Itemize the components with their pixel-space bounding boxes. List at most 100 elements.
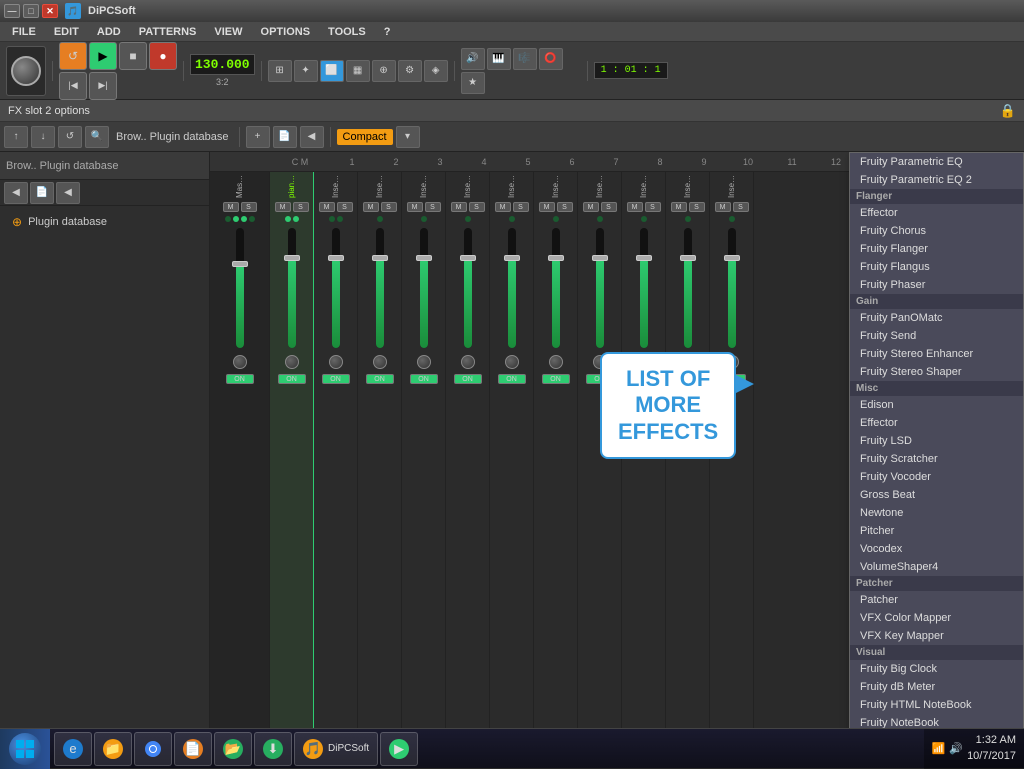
master-mute[interactable]: M [223, 202, 239, 212]
volumeshaper4[interactable]: VolumeShaper4 [850, 558, 1023, 576]
taskbar-media[interactable]: ▶ [380, 732, 418, 766]
insert2-solo[interactable]: S [337, 202, 353, 212]
insert7-solo[interactable]: S [557, 202, 573, 212]
insert4-fader[interactable] [420, 228, 428, 348]
fruity-stereo-shaper[interactable]: Fruity Stereo Shaper [850, 363, 1023, 381]
insert11-solo[interactable]: S [733, 202, 749, 212]
newtone[interactable]: Newtone [850, 504, 1023, 522]
vocodex[interactable]: Vocodex [850, 540, 1023, 558]
insert6-mute[interactable]: M [495, 202, 511, 212]
insert2-fader[interactable] [332, 228, 340, 348]
fruity-flangus[interactable]: Fruity Flangus [850, 258, 1023, 276]
tb-extra-5[interactable]: ★ [461, 72, 485, 94]
fruity-parametric-eq[interactable]: Fruity Parametric EQ [850, 153, 1023, 171]
insert5-on[interactable]: ON [454, 374, 482, 384]
insert6-fader[interactable] [508, 228, 516, 348]
fruity-panomatic[interactable]: Fruity PanOMatc [850, 309, 1023, 327]
insert8-fader[interactable] [596, 228, 604, 348]
prev-button[interactable]: |◀ [59, 72, 87, 100]
insert8-mute[interactable]: M [583, 202, 599, 212]
record-button[interactable]: ● [149, 42, 177, 70]
tb-extra-4[interactable]: ⭕ [539, 48, 563, 70]
fruity-chorus[interactable]: Fruity Chorus [850, 222, 1023, 240]
insert8-solo[interactable]: S [601, 202, 617, 212]
insert10-solo[interactable]: S [689, 202, 705, 212]
start-button[interactable] [0, 729, 50, 769]
insert2-mute[interactable]: M [319, 202, 335, 212]
insert3-on[interactable]: ON [366, 374, 394, 384]
sec-btn-add[interactable]: + [246, 126, 270, 148]
taskbar-chrome[interactable] [134, 732, 172, 766]
fruity-lsd[interactable]: Fruity LSD [850, 432, 1023, 450]
network-icon[interactable]: 📶 [932, 742, 946, 755]
piano1-pan[interactable] [285, 355, 299, 369]
pitcher[interactable]: Pitcher [850, 522, 1023, 540]
insert3-pan[interactable] [373, 355, 387, 369]
insert2-pan[interactable] [329, 355, 343, 369]
fruity-db-meter[interactable]: Fruity dB Meter [850, 678, 1023, 696]
taskbar-explorer[interactable]: 📁 [94, 732, 132, 766]
fruity-flanger[interactable]: Fruity Flanger [850, 240, 1023, 258]
master-pan[interactable] [233, 355, 247, 369]
fruity-scratcher[interactable]: Fruity Scratcher [850, 450, 1023, 468]
menu-edit[interactable]: EDIT [46, 24, 87, 40]
insert9-fader[interactable] [640, 228, 648, 348]
loop-button[interactable]: ↺ [59, 42, 87, 70]
insert10-fader[interactable] [684, 228, 692, 348]
play-button[interactable]: ▶ [89, 42, 117, 70]
menu-tools[interactable]: TOOLS [320, 24, 374, 40]
volume-icon[interactable]: 🔊 [949, 742, 963, 755]
insert4-on[interactable]: ON [410, 374, 438, 384]
bpm-display[interactable]: 130.000 [195, 57, 250, 72]
fruity-stereo-enhancer[interactable]: Fruity Stereo Enhancer [850, 345, 1023, 363]
close-button[interactable]: ✕ [42, 4, 58, 18]
insert6-solo[interactable]: S [513, 202, 529, 212]
sidebar-tb-1[interactable]: ◀ [4, 182, 28, 204]
vfx-key-mapper[interactable]: VFX Key Mapper [850, 627, 1023, 645]
insert5-solo[interactable]: S [469, 202, 485, 212]
insert7-fader[interactable] [552, 228, 560, 348]
insert10-mute[interactable]: M [671, 202, 687, 212]
insert11-fader[interactable] [728, 228, 736, 348]
master-on[interactable]: ON [226, 374, 254, 384]
master-fader[interactable] [236, 228, 244, 348]
toolbar-btn-3[interactable]: ⬜ [320, 60, 344, 82]
toolbar-btn-7[interactable]: ◈ [424, 60, 448, 82]
tb-extra-3[interactable]: 🎼 [513, 48, 537, 70]
insert4-mute[interactable]: M [407, 202, 423, 212]
sec-btn-arrow[interactable]: ◀ [300, 126, 324, 148]
taskbar-torrent[interactable]: ⬇ [254, 732, 292, 766]
sec-btn-1[interactable]: ↑ [4, 126, 28, 148]
stop-button[interactable]: ■ [119, 42, 147, 70]
piano1-on[interactable]: ON [278, 374, 306, 384]
toolbar-btn-4[interactable]: ▦ [346, 60, 370, 82]
sec-btn-3[interactable]: ↺ [58, 126, 82, 148]
fruity-phaser[interactable]: Fruity Phaser [850, 276, 1023, 294]
menu-options[interactable]: OPTIONS [253, 24, 319, 40]
insert7-mute[interactable]: M [539, 202, 555, 212]
taskbar-pdf[interactable]: 📄 [174, 732, 212, 766]
minimize-button[interactable]: — [4, 4, 20, 18]
fruity-notebook[interactable]: Fruity NoteBook [850, 714, 1023, 728]
insert6-pan[interactable] [505, 355, 519, 369]
sidebar-tb-3[interactable]: ◀ [56, 182, 80, 204]
piano1-mute[interactable]: M [275, 202, 291, 212]
taskbar-folder2[interactable]: 📂 [214, 732, 252, 766]
master-knob[interactable] [6, 46, 46, 96]
menu-file[interactable]: FILE [4, 24, 44, 40]
insert3-solo[interactable]: S [381, 202, 397, 212]
insert4-solo[interactable]: S [425, 202, 441, 212]
sec-btn-down[interactable]: ▾ [396, 126, 420, 148]
insert9-solo[interactable]: S [645, 202, 661, 212]
sec-btn-4[interactable]: 🔍 [85, 126, 109, 148]
edison[interactable]: Edison [850, 396, 1023, 414]
insert3-fader[interactable] [376, 228, 384, 348]
effector-misc[interactable]: Effector [850, 414, 1023, 432]
insert7-pan[interactable] [549, 355, 563, 369]
tb-extra-1[interactable]: 🔊 [461, 48, 485, 70]
insert7-on[interactable]: ON [542, 374, 570, 384]
menu-patterns[interactable]: PATTERNS [131, 24, 205, 40]
insert2-on[interactable]: ON [322, 374, 350, 384]
compact-label[interactable]: Compact [337, 129, 393, 145]
menu-view[interactable]: VIEW [206, 24, 250, 40]
